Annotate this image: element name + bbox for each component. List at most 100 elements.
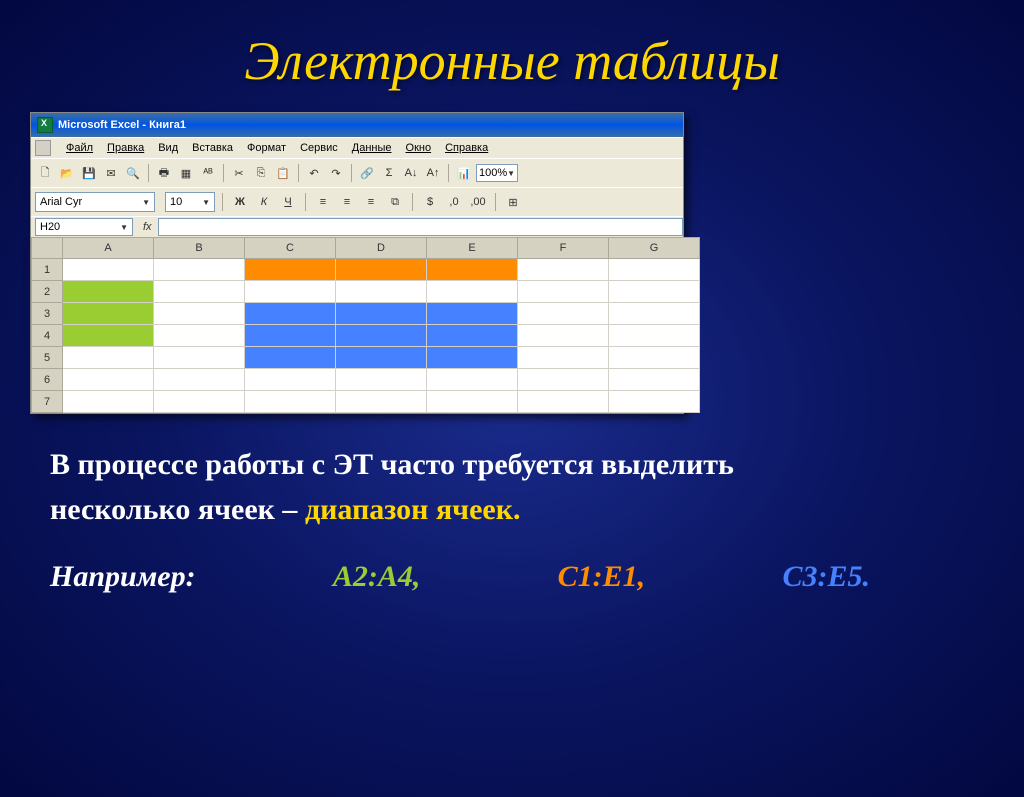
row-header-3[interactable]: 3 (32, 303, 63, 325)
cell[interactable] (609, 325, 700, 347)
menu-view[interactable]: Вид (151, 140, 185, 156)
system-icon[interactable] (35, 140, 51, 156)
row-header-4[interactable]: 4 (32, 325, 63, 347)
cell[interactable] (336, 391, 427, 413)
cell[interactable] (154, 369, 245, 391)
zoom-select[interactable]: 100%▼ (476, 164, 518, 182)
cell[interactable] (245, 281, 336, 303)
increase-decimal-icon[interactable]: ,0 (444, 192, 464, 212)
col-header-f[interactable]: F (518, 238, 609, 259)
cell[interactable] (154, 391, 245, 413)
cell[interactable] (427, 325, 518, 347)
cell[interactable] (609, 303, 700, 325)
menu-window[interactable]: Окно (399, 140, 439, 156)
menu-edit[interactable]: Правка (100, 140, 151, 156)
cell[interactable] (63, 281, 154, 303)
copy-icon[interactable]: ⎘ (251, 163, 271, 183)
cell[interactable] (609, 347, 700, 369)
cell[interactable] (154, 347, 245, 369)
bold-button[interactable]: Ж (230, 192, 250, 212)
align-left-icon[interactable]: ≡ (313, 192, 333, 212)
preview-icon[interactable]: ▦ (176, 163, 196, 183)
cell[interactable] (154, 281, 245, 303)
menu-format[interactable]: Формат (240, 140, 293, 156)
cell[interactable] (518, 303, 609, 325)
undo-icon[interactable]: ↶ (304, 163, 324, 183)
sort-asc-icon[interactable]: A↓ (401, 163, 421, 183)
name-box[interactable]: H20▼ (35, 218, 133, 236)
col-header-b[interactable]: B (154, 238, 245, 259)
cell[interactable] (427, 369, 518, 391)
font-name-select[interactable]: Arial Cyr▼ (35, 192, 155, 212)
menu-file[interactable]: Файл (59, 140, 100, 156)
paste-icon[interactable]: 📋 (273, 163, 293, 183)
cell[interactable] (245, 325, 336, 347)
decrease-decimal-icon[interactable]: ,00 (468, 192, 488, 212)
menu-help[interactable]: Справка (438, 140, 495, 156)
save-icon[interactable]: 💾 (79, 163, 99, 183)
cell[interactable] (245, 303, 336, 325)
col-header-a[interactable]: A (63, 238, 154, 259)
row-header-1[interactable]: 1 (32, 259, 63, 281)
cell[interactable] (63, 259, 154, 281)
merge-center-icon[interactable]: ⧉ (385, 192, 405, 212)
cell[interactable] (63, 325, 154, 347)
cell[interactable] (609, 391, 700, 413)
menu-insert[interactable]: Вставка (185, 140, 240, 156)
cell[interactable] (245, 347, 336, 369)
cell[interactable] (609, 281, 700, 303)
cell[interactable] (518, 325, 609, 347)
currency-icon[interactable]: $ (420, 192, 440, 212)
print-icon[interactable]: 🖶 (154, 163, 174, 183)
row-header-7[interactable]: 7 (32, 391, 63, 413)
borders-icon[interactable]: ⊞ (503, 192, 523, 212)
cell[interactable] (63, 369, 154, 391)
cell[interactable] (245, 259, 336, 281)
row-header-2[interactable]: 2 (32, 281, 63, 303)
cell[interactable] (427, 347, 518, 369)
open-icon[interactable]: 📂 (57, 163, 77, 183)
cell[interactable] (336, 347, 427, 369)
italic-button[interactable]: К (254, 192, 274, 212)
cell[interactable] (518, 259, 609, 281)
cell[interactable] (63, 347, 154, 369)
cell[interactable] (427, 391, 518, 413)
mail-icon[interactable]: ✉ (101, 163, 121, 183)
cut-icon[interactable]: ✂ (229, 163, 249, 183)
cell[interactable] (427, 259, 518, 281)
cell[interactable] (609, 259, 700, 281)
link-icon[interactable]: 🔗 (357, 163, 377, 183)
cell[interactable] (63, 303, 154, 325)
cell[interactable] (336, 369, 427, 391)
font-size-select[interactable]: 10▼ (165, 192, 215, 212)
menu-data[interactable]: Данные (345, 140, 399, 156)
cell[interactable] (518, 369, 609, 391)
cell[interactable] (154, 259, 245, 281)
cell[interactable] (154, 325, 245, 347)
row-header-5[interactable]: 5 (32, 347, 63, 369)
cell[interactable] (336, 325, 427, 347)
spellcheck-icon[interactable]: ᴬᴮ (198, 163, 218, 183)
col-header-c[interactable]: C (245, 238, 336, 259)
search-icon[interactable]: 🔍 (123, 163, 143, 183)
col-header-e[interactable]: E (427, 238, 518, 259)
cell[interactable] (154, 303, 245, 325)
cell[interactable] (336, 259, 427, 281)
chart-icon[interactable]: 📊 (454, 163, 474, 183)
autosum-icon[interactable]: Σ (379, 163, 399, 183)
row-header-6[interactable]: 6 (32, 369, 63, 391)
cell[interactable] (336, 281, 427, 303)
underline-button[interactable]: Ч (278, 192, 298, 212)
cell[interactable] (609, 369, 700, 391)
menu-tools[interactable]: Сервис (293, 140, 345, 156)
align-right-icon[interactable]: ≡ (361, 192, 381, 212)
cell[interactable] (245, 369, 336, 391)
cell[interactable] (518, 391, 609, 413)
sort-desc-icon[interactable]: A↑ (423, 163, 443, 183)
col-header-d[interactable]: D (336, 238, 427, 259)
align-center-icon[interactable]: ≡ (337, 192, 357, 212)
new-icon[interactable]: 🗋 (35, 163, 55, 183)
col-header-g[interactable]: G (609, 238, 700, 259)
formula-bar[interactable] (158, 218, 683, 236)
cell[interactable] (63, 391, 154, 413)
